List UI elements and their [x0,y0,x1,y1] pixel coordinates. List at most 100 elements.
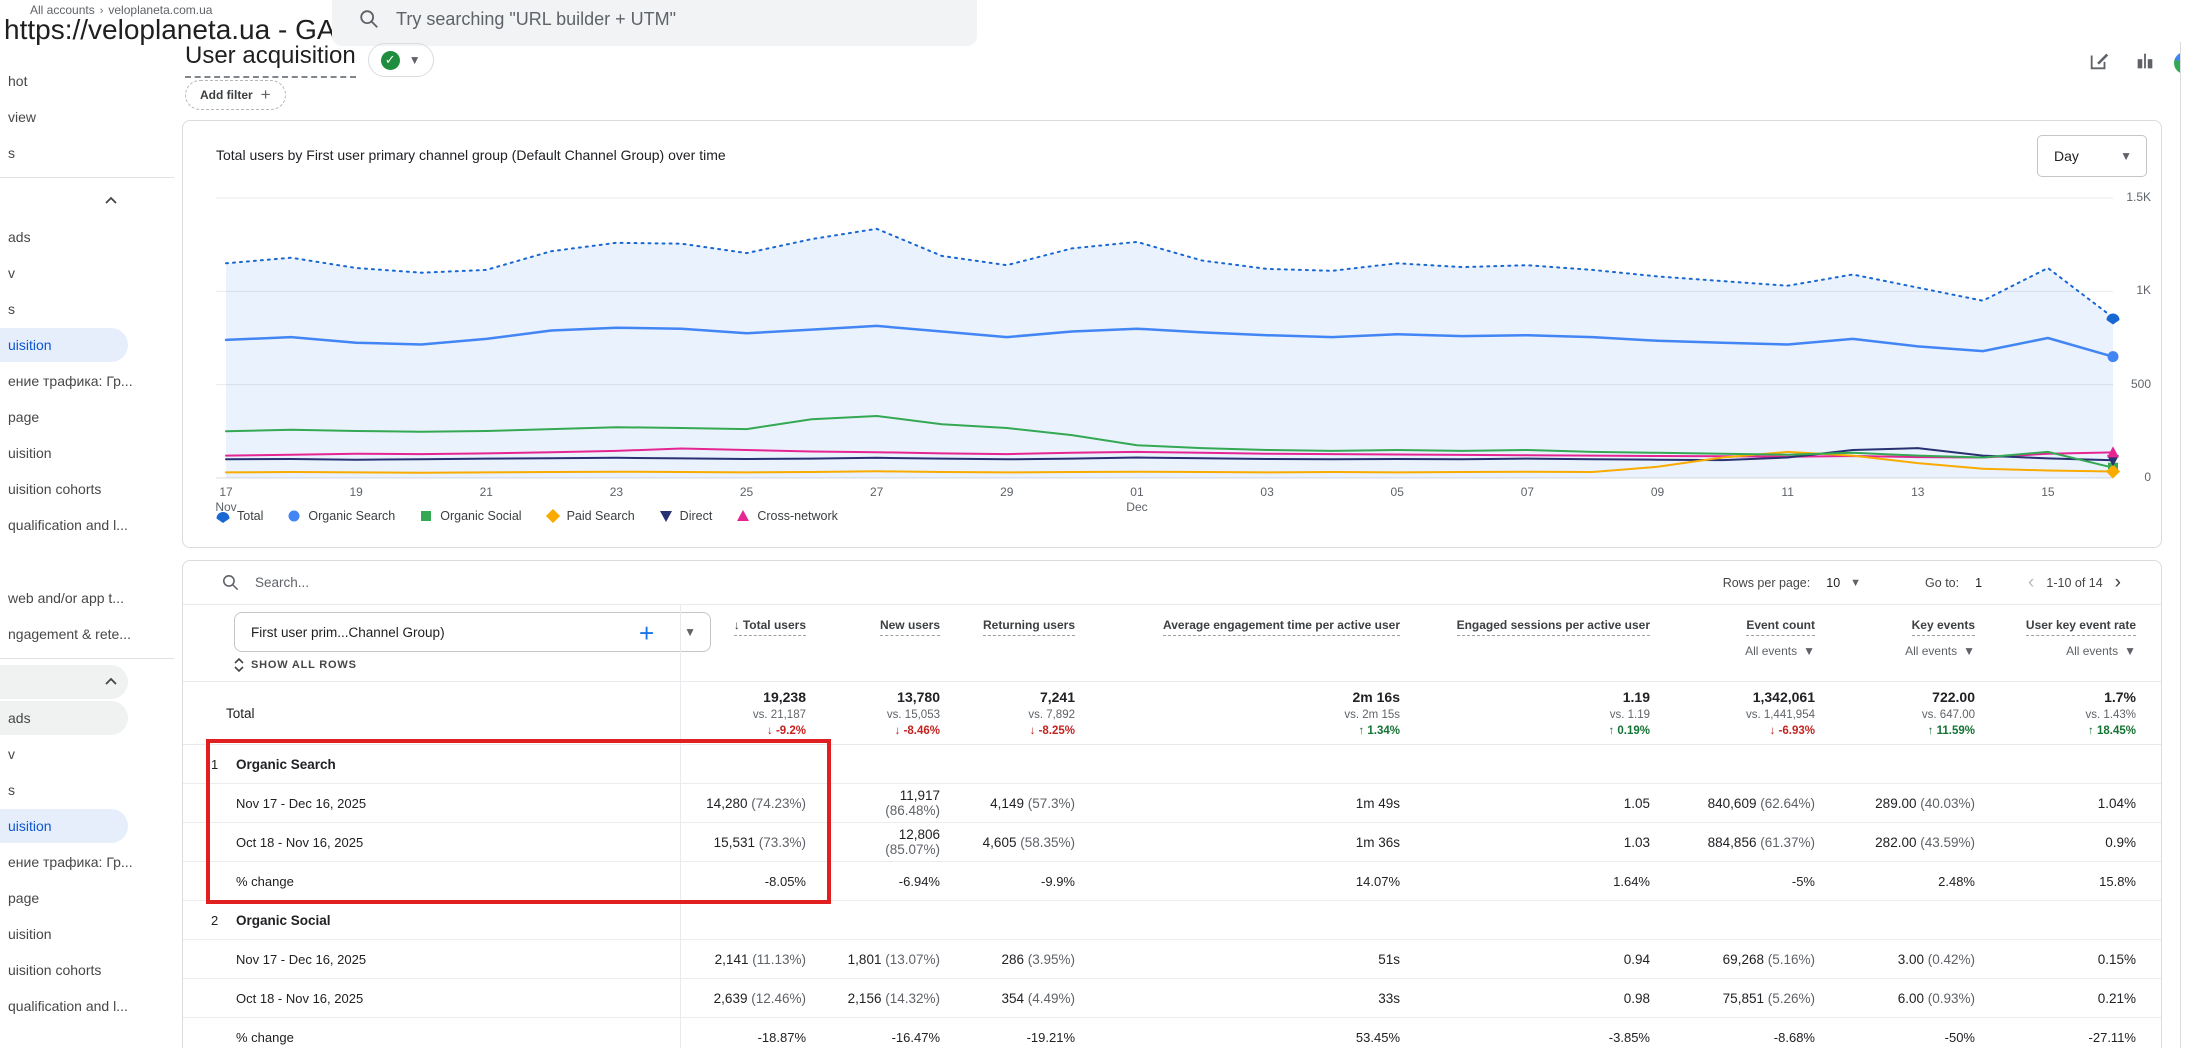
show-all-rows-button[interactable]: SHOW ALL ROWS [234,658,357,672]
sidebar-item-ads[interactable]: ads [0,700,180,736]
metric-cell: 6.00 (0.93%) [1897,990,1975,1006]
sidebar-item-ngagement-rete-[interactable]: ngagement & rete... [0,616,180,652]
sidebar-item-view[interactable]: view [0,99,180,135]
total-row-label: Total [226,705,255,721]
sidebar-item-uisition-cohorts[interactable]: uisition cohorts [0,471,180,507]
customize-report-icon[interactable] [2134,50,2156,72]
row-number: 1 [211,756,219,772]
chevron-down-icon[interactable]: ▼ [2124,644,2136,658]
metric-cell: 840,609 (62.64%) [1707,795,1815,811]
legend-label: Organic Social [440,509,522,523]
sidebar-item-label: uisition [8,818,52,834]
sidebar-item-label: uisition [8,445,52,461]
sidebar-item-qualification-and-l-[interactable]: qualification and l... [0,507,180,543]
table-group-row-organic-search[interactable]: 1 Organic Search [183,745,2161,784]
sidebar-item-v[interactable]: v [0,736,180,772]
sidebar-item-ение-трафика-гр-[interactable]: ение трафика: Гр... [0,844,180,880]
global-search[interactable]: Try searching "URL builder + UTM" [332,0,977,46]
channel-name: Organic Search [236,756,336,772]
table-row: % change -8.05% -6.94% -9.9% 14.07% 1.64% -5% 2… [183,862,2161,901]
sidebar-item-uisition-cohorts[interactable]: uisition cohorts [0,952,180,988]
next-page-icon[interactable]: › [2103,572,2133,594]
column-header-new-users[interactable]: New users [846,605,976,636]
edit-report-icon[interactable] [2088,50,2110,72]
sidebar-item-qualification-and-l-[interactable]: qualification and l... [0,988,180,1024]
x-axis-tick: 09 [1650,485,1665,499]
channel-name: Organic Social [236,912,331,928]
table-row: Nov 17 - Dec 16, 2025 2,141 (11.13%) 1,801… [183,940,2161,979]
sidebar-item-hot[interactable]: hot [0,63,180,99]
x-axis-tick: 13 [1911,485,1925,499]
sidebar-collapse-button[interactable] [0,183,180,219]
search-icon [360,10,378,28]
column-header-event-count[interactable]: Event count All events ▼ [1686,605,1851,658]
sidebar-item-v[interactable]: v [0,255,180,291]
total-metric: 722.00 vs. 647.00 ↑ 11.59% [1921,689,1975,737]
metric-cell: 1.03 [1623,834,1650,850]
chevron-down-icon[interactable]: ▼ [1963,644,1975,658]
total-metric: 1.19 vs. 1.19 ↑ 0.19% [1608,689,1650,737]
metric-cell: 1.04% [2097,795,2136,811]
add-filter-button[interactable]: Add filter + [185,80,286,110]
table-search-input[interactable]: Search... [255,575,309,590]
sidebar-item-web-and-or-app-t-[interactable]: web and/or app t... [0,580,180,616]
arrow-down-icon: ↓ [1029,725,1036,737]
sidebar-item-ение-трафика-гр-[interactable]: ение трафика: Гр... [0,363,180,399]
x-axis-tick: 21 [479,485,493,499]
chevron-down-icon[interactable]: ▼ [409,53,421,67]
x-axis-tick: 05 [1390,485,1404,499]
sidebar-item-s[interactable]: s [0,291,180,327]
sidebar-item-label: s [8,145,15,161]
column-header-key-events[interactable]: Key events All events ▼ [1851,605,2011,658]
metric-cell: -9.9% [1041,873,1075,889]
sidebar-item-s[interactable]: s [0,135,180,171]
add-dimension-button[interactable]: + [639,618,654,649]
chevron-down-icon[interactable]: ▼ [1803,644,1815,658]
sidebar-collapse-button[interactable] [0,664,180,700]
timeseries-chart[interactable] [216,191,2121,487]
metric-cell: 0.94 [1623,951,1650,967]
sidebar-item-ads[interactable]: ads [0,219,180,255]
report-status-chip[interactable]: ✓ ▼ [367,43,434,77]
sidebar-item-uisition[interactable]: uisition [0,916,180,952]
y-axis-tick: 0 [2144,470,2151,484]
sidebar-item-page[interactable]: page [0,880,180,916]
legend-marker-icon [216,512,230,523]
sidebar-item-uisition[interactable]: uisition [0,808,180,844]
go-to-input[interactable]: 1 [1975,576,1982,590]
sidebar-item-label: v [8,265,15,281]
table-group-row-organic-social[interactable]: 2 Organic Social [183,901,2161,940]
search-icon[interactable] [221,573,240,592]
column-header-engaged-sessions-per-active-user[interactable]: Engaged sessions per active user [1436,605,1686,636]
metric-cell: 75,851 (5.26%) [1722,990,1815,1006]
sidebar-item-uisition[interactable]: uisition [0,327,180,363]
x-axis-tick: 23 [609,485,624,499]
metric-cell: 0.9% [2105,834,2136,850]
sidebar-item-s[interactable]: s [0,772,180,808]
legend-marker-icon [421,511,432,521]
scrollbar[interactable] [2180,42,2187,1048]
legend-label: Organic Search [308,509,396,523]
arrow-up-icon: ↑ [1927,725,1934,737]
metric-cell: 2.48% [1938,873,1975,889]
metric-cell: -5% [1791,873,1815,889]
previous-page-icon[interactable]: ‹ [2016,572,2046,594]
sidebar-item-label: v [8,746,15,762]
rows-per-page-select[interactable]: 10 [1826,576,1840,590]
sidebar-item-label: view [8,109,37,125]
global-search-placeholder: Try searching "URL builder + UTM" [396,8,677,29]
column-header-user-key-event-rate[interactable]: User key event rate All events ▼ [2011,605,2160,658]
arrow-up-icon: ↑ [1608,725,1615,737]
metric-cell: 4,149 (57.3%) [990,795,1075,811]
sidebar-item-uisition[interactable]: uisition [0,435,180,471]
column-header-returning-users[interactable]: Returning users [976,605,1111,636]
chevron-down-icon[interactable]: ▼ [1850,577,1861,589]
granularity-select[interactable]: Day ▼ [2037,135,2147,177]
metric-cell: 69,268 (5.16%) [1722,951,1815,967]
metric-cell: 1.05 [1623,795,1650,811]
sidebar-item-label: ение трафика: Гр... [8,854,133,870]
metric-cell: -8.68% [1773,1029,1815,1045]
sidebar-item-page[interactable]: page [0,399,180,435]
column-header-average-engagement-time-per-active-user[interactable]: Average engagement time per active user [1111,605,1436,636]
